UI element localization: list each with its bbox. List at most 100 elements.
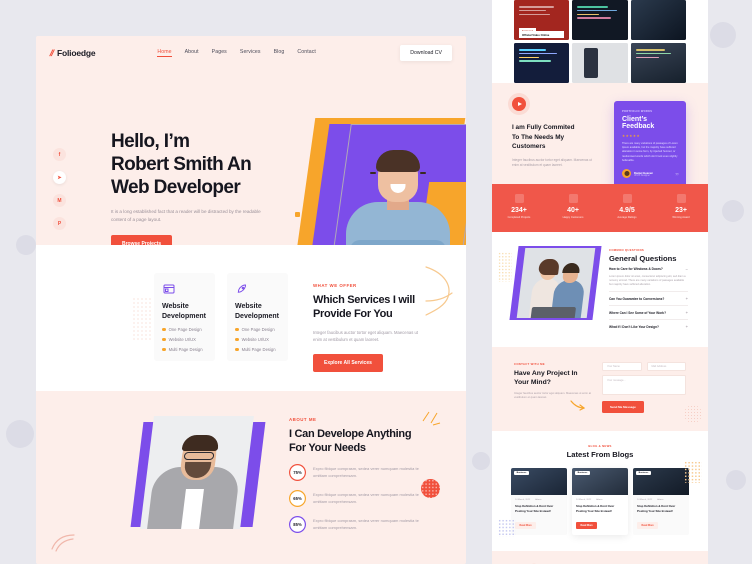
faq-question-label: Can You Guarantee to Conversions? xyxy=(609,296,665,301)
expand-icon[interactable]: + xyxy=(686,324,688,329)
service-feature: Website UI/UX xyxy=(235,337,280,342)
stat-number: 23+ xyxy=(675,206,687,214)
blog-thumbnail: Business xyxy=(633,468,689,496)
read-more-button[interactable]: Read More xyxy=(576,521,598,530)
blog-title-line2: Posting Your Site Instead! xyxy=(637,508,673,513)
services-copy: WHAT WE OFFER Which Services I will Prov… xyxy=(313,283,428,372)
hero-portrait xyxy=(342,128,454,262)
stat-item: 23+ Winning Award xyxy=(654,193,708,219)
feedback-author: Daniel Heaven UI/UX Designer xyxy=(622,169,678,179)
nav-item-contact[interactable]: Contact xyxy=(297,49,316,57)
blog-card[interactable]: Business 14 March, 2022 Admin Stop Defin… xyxy=(633,468,689,535)
browser-window-icon xyxy=(162,282,175,295)
nav-item-services[interactable]: Services xyxy=(240,49,261,57)
faq-question[interactable]: What If I Don’t Like Your Design? + xyxy=(609,324,688,329)
bg-circle-5 xyxy=(472,452,490,470)
skill-text: Expro fibique comprasm, sedea verer numq… xyxy=(313,518,419,530)
service-card[interactable]: Website Development One Page Design Webs… xyxy=(227,273,288,361)
commitment-line3: Customers xyxy=(512,143,546,150)
service-card[interactable]: Website Development One Page Design Webs… xyxy=(154,273,215,361)
star-icon xyxy=(622,193,632,203)
name-input[interactable]: Your Name xyxy=(602,362,642,372)
medium-icon[interactable]: M xyxy=(53,194,66,207)
portfolio-thumb-3[interactable] xyxy=(630,0,686,40)
service-feature-label: One Page Design xyxy=(241,327,275,332)
facebook-icon[interactable]: f xyxy=(53,148,66,161)
faq-question[interactable]: Can You Guarantee to Conversions? + xyxy=(609,296,688,301)
faq-item[interactable]: What If I Don’t Like Your Design? + xyxy=(609,320,688,333)
decor-arrow-icon xyxy=(570,400,586,411)
service-title-line1: Website xyxy=(162,303,189,310)
nav-item-blog[interactable]: Blog xyxy=(274,49,285,57)
nav-item-about[interactable]: About xyxy=(185,49,199,57)
decor-dot-grid xyxy=(132,297,152,341)
expand-icon[interactable]: + xyxy=(686,296,688,301)
send-message-button[interactable]: Send Me Message xyxy=(602,401,644,414)
portfolio-thumb-4[interactable] xyxy=(514,43,570,83)
expand-icon[interactable]: + xyxy=(686,310,688,315)
avatar xyxy=(622,169,631,179)
bg-circle-6 xyxy=(726,470,746,490)
bg-circle-4 xyxy=(6,420,34,448)
commitment-heading: I am Fully Commited To The Needs My Cust… xyxy=(512,123,600,152)
faq-item[interactable]: Can You Guarantee to Conversions? + xyxy=(609,292,688,307)
faq-image xyxy=(509,245,602,320)
decor-dot-grid xyxy=(498,518,516,537)
feedback-quote: There are many variations of passages of… xyxy=(622,142,678,162)
nav-item-pages[interactable]: Pages xyxy=(212,49,227,57)
blog-title: Stop Definition & Dont Over Posting Your… xyxy=(576,504,624,513)
portfolio-thumb-1[interactable]: Featured Official Video Online xyxy=(514,0,570,40)
portfolio-thumb-2[interactable] xyxy=(572,0,628,40)
service-feature-label: Website UI/UX xyxy=(241,337,269,342)
skill-text: Expro fibique comprasm, sedea verer numq… xyxy=(313,466,419,478)
feedback-title: Client’s Feedback xyxy=(622,116,655,130)
services-heading-line1: Which Services I will xyxy=(313,294,415,306)
logo-text: Folioedge xyxy=(57,48,96,58)
about-eyebrow: ABOUT ME xyxy=(289,417,317,422)
faq-question[interactable]: How to Care for Windows & Doors? − xyxy=(609,267,688,272)
blog-badge: Business xyxy=(575,471,590,476)
blog-card[interactable]: Business 14 March, 2022 Admin Stop Defin… xyxy=(572,468,628,535)
bullet-icon xyxy=(162,337,166,342)
service-feature: One Page Design xyxy=(162,327,207,332)
faq-item[interactable]: Where Can I See Some of Your Work? + xyxy=(609,306,688,321)
blog-title-line2: Posting Your Site Instead! xyxy=(576,508,612,513)
hero-line-1: Hello, I’m xyxy=(111,131,190,152)
blog-card[interactable]: Business 14 March, 2022 Admin Stop Defin… xyxy=(511,468,567,535)
blog-meta: 14 March, 2022 Admin xyxy=(637,499,685,501)
rocket-icon xyxy=(235,282,248,295)
hero-illustration xyxy=(296,114,466,262)
about-section: ABOUT ME I Can Develope Anything For You… xyxy=(36,391,466,559)
faq-item[interactable]: How to Care for Windows & Doors? − Lorem… xyxy=(609,263,688,293)
download-cv-button[interactable]: Download CV xyxy=(400,45,452,61)
hero-copy: Hello, I’m Robert Smith An Web Developer… xyxy=(111,130,296,253)
blog-author: Admin xyxy=(535,499,542,502)
twitter-icon[interactable]: ➤ xyxy=(53,171,66,184)
service-title-line2: Development xyxy=(235,313,279,320)
message-textarea[interactable]: Your message... xyxy=(602,375,686,396)
portfolio-thumb-6[interactable] xyxy=(630,43,686,83)
nav-item-home[interactable]: Home xyxy=(157,49,172,57)
collapse-icon[interactable]: − xyxy=(686,267,688,272)
hero-section: f ➤ M P Hello, I’m Robert Smith An Web D… xyxy=(36,70,466,262)
logo[interactable]: // Folioedge xyxy=(49,48,96,58)
service-feature-label: Multi Page Design xyxy=(241,347,276,352)
quote-mark-icon: ” xyxy=(675,172,679,182)
users-icon xyxy=(568,193,578,203)
explore-services-button[interactable]: Explore All Services xyxy=(313,354,383,372)
email-input[interactable]: Mail Address xyxy=(646,362,686,372)
author-role: UI/UX Designer xyxy=(634,174,650,177)
pinterest-icon[interactable]: P xyxy=(53,217,66,230)
services-section: Website Development One Page Design Webs… xyxy=(36,245,466,391)
portfolio-thumb-5[interactable] xyxy=(572,43,628,83)
blogs-eyebrow: BLOG & NEWS xyxy=(588,444,612,449)
play-button-icon[interactable] xyxy=(512,97,526,111)
rating-stars-icon: ★★★★★ xyxy=(622,134,641,138)
trophy-icon xyxy=(676,193,686,203)
commitment-line1: I am Fully Commited xyxy=(512,124,575,131)
skill-percent: 75% xyxy=(289,464,306,481)
faq-question[interactable]: Where Can I See Some of Your Work? + xyxy=(609,310,688,315)
bullet-icon xyxy=(235,327,239,332)
read-more-button[interactable]: Read More xyxy=(515,521,537,530)
read-more-button[interactable]: Read More xyxy=(637,521,659,530)
